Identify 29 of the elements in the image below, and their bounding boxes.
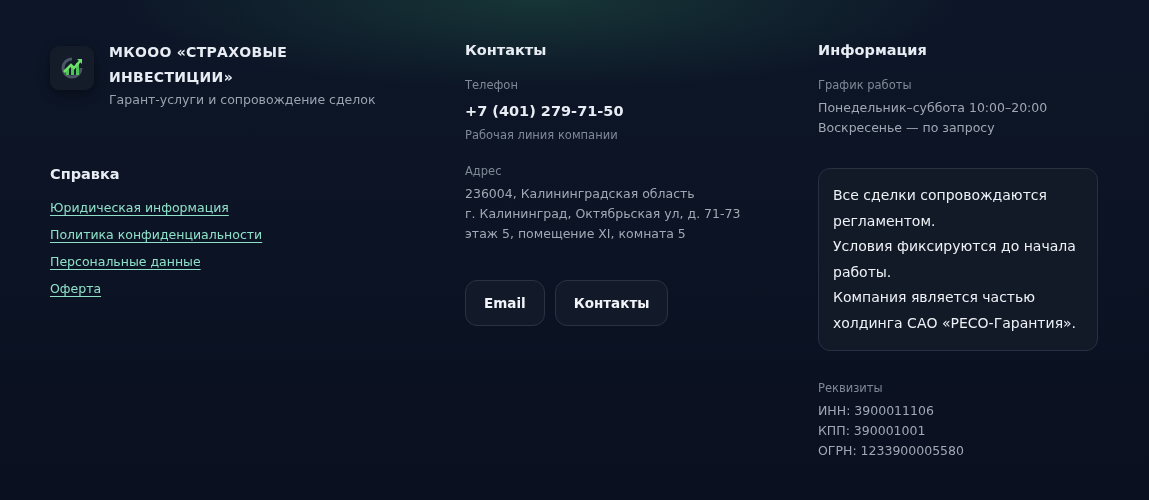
notice-text: Все сделки сопровождаются регламентом. [833,186,1048,231]
company-name: МКООО «СТРАХОВЫЕ ИНВЕСТИЦИИ» [109,43,289,87]
notice-text: Условия фиксируются до начала работы. [833,237,1077,282]
field-label: Телефон [465,77,519,94]
footer-link[interactable]: Оферта [50,280,102,298]
requisite-line: ОГРН: 1233900005580 [818,442,965,460]
notice-text: Компания является частью холдинга САО «РЕСО-Гарантия». [833,288,1078,333]
logo-icon [50,46,94,90]
address-line: г. Калининград, Октябрьская ул, д. 71-73 [465,205,742,223]
section-title: Информация [818,41,928,60]
contact-button[interactable]: Контакты [554,280,669,326]
field-label: Адрес [465,163,503,180]
phone-number: +7 (401) 279-71-50 [465,102,625,121]
requisite-line: ИНН: 3900011106 [818,402,935,420]
footer-link[interactable]: Юридическая информация [50,199,229,217]
field-label: График работы [818,77,913,94]
footer-link[interactable]: Политика конфиденциальности [50,226,263,244]
section-title: Контакты [465,41,548,60]
requisite-line: КПП: 390001001 [818,422,927,440]
contact-button[interactable]: Email [465,280,545,326]
address-line: 236004, Калининградская область [465,185,696,203]
address-line: этаж 5, помещение XI, комната 5 [465,225,687,243]
schedule-line: Понедельник–суббота 10:00–20:00 [818,99,1049,117]
footer-link[interactable]: Персональные данные [50,253,201,271]
company-tagline: Гарант-услуги и сопровождение сделок [109,91,376,109]
section-title: Справка [50,165,121,184]
phone-note: Рабочая линия компании [465,127,619,144]
field-label: Реквизиты [818,380,884,397]
schedule-line: Воскресенье — по запросу [818,119,996,137]
